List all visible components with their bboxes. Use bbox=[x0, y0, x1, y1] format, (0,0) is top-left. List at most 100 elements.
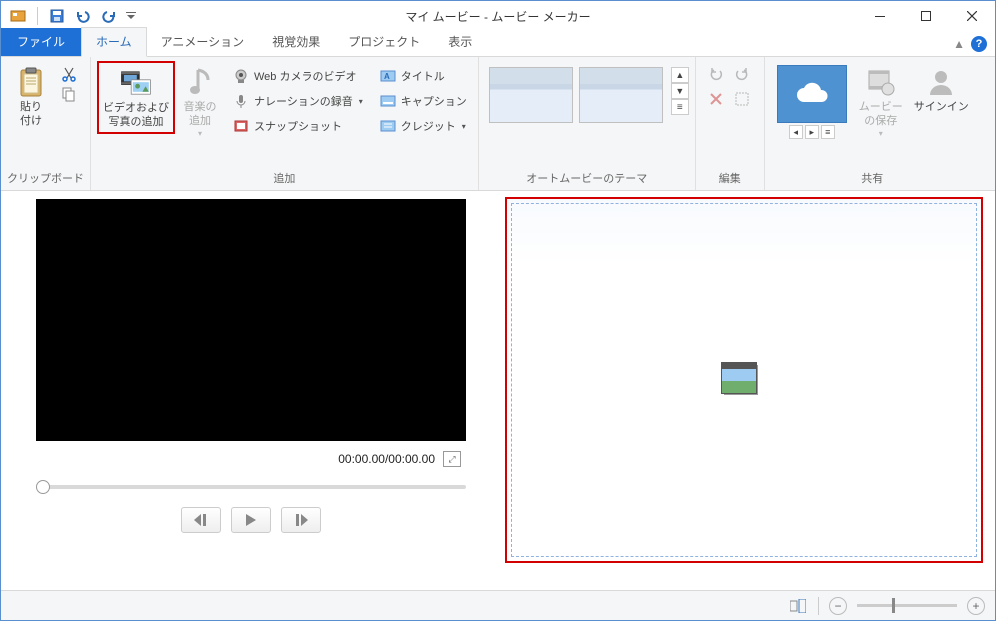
theme-gallery-expand-icon[interactable]: ≡ bbox=[671, 99, 689, 115]
add-caption-label: キャプション bbox=[401, 93, 467, 109]
window-title: マイ ムービー - ムービー メーカー bbox=[405, 8, 590, 25]
add-music-button[interactable]: 音楽の 追加 ▾ bbox=[175, 61, 225, 142]
tab-project[interactable]: プロジェクト bbox=[334, 28, 434, 56]
transport-controls bbox=[181, 507, 321, 533]
tab-view[interactable]: 表示 bbox=[434, 28, 486, 56]
snapshot-button[interactable]: スナップショット bbox=[227, 115, 368, 137]
qat-customize-icon[interactable] bbox=[124, 5, 138, 27]
webcam-video-label: Web カメラのビデオ bbox=[254, 68, 356, 84]
microphone-icon bbox=[232, 92, 250, 110]
clipboard-icon bbox=[15, 66, 47, 98]
zoom-in-button[interactable]: + bbox=[967, 597, 985, 615]
record-narration-button[interactable]: ナレーションの録音 ▾ bbox=[227, 90, 368, 112]
snapshot-label: スナップショット bbox=[254, 118, 342, 134]
help-icon[interactable]: ? bbox=[971, 36, 987, 52]
group-share-label: 共有 bbox=[771, 168, 974, 190]
play-button[interactable] bbox=[231, 507, 271, 533]
add-credit-label: クレジット bbox=[401, 118, 456, 134]
music-note-icon bbox=[184, 66, 216, 98]
delete-icon[interactable] bbox=[706, 89, 726, 109]
film-photo-icon bbox=[120, 67, 152, 99]
tab-animation[interactable]: アニメーション bbox=[147, 28, 259, 56]
webcam-icon bbox=[232, 67, 250, 85]
credit-icon bbox=[379, 117, 397, 135]
seek-thumb[interactable] bbox=[36, 480, 50, 494]
group-automovie-label: オートムービーのテーマ bbox=[485, 168, 689, 190]
film-save-icon bbox=[865, 66, 897, 98]
ribbon-tabs: ファイル ホーム アニメーション 視覚効果 プロジェクト 表示 ▲ ? bbox=[1, 31, 995, 57]
ribbon-collapse-icon[interactable]: ▲ bbox=[953, 37, 965, 51]
group-add-label: 追加 bbox=[97, 168, 472, 190]
group-clipboard-label: クリップボード bbox=[7, 168, 84, 190]
save-movie-button[interactable]: ムービー の保存 ▾ bbox=[853, 61, 909, 142]
fullscreen-icon[interactable]: ⤢ bbox=[443, 451, 461, 467]
previous-frame-button[interactable] bbox=[181, 507, 221, 533]
save-movie-label: ムービー の保存 bbox=[859, 100, 903, 129]
zoom-out-button[interactable]: − bbox=[829, 597, 847, 615]
cut-icon[interactable] bbox=[59, 65, 79, 83]
undo-icon[interactable] bbox=[72, 5, 94, 27]
paste-button[interactable]: 貼り 付け bbox=[7, 61, 55, 132]
record-narration-label: ナレーションの録音 bbox=[254, 93, 353, 109]
ribbon: 貼り 付け クリップボード ビデオおよび 写真の追加 音楽の 追加 bbox=[1, 57, 995, 191]
svg-text:A: A bbox=[384, 72, 390, 81]
storyboard-placeholder bbox=[724, 365, 764, 395]
add-videos-photos-button[interactable]: ビデオおよび 写真の追加 bbox=[97, 61, 175, 134]
rotate-right-icon[interactable] bbox=[732, 65, 752, 85]
share-scroll-left-icon[interactable]: ◂ bbox=[789, 125, 803, 139]
maximize-button[interactable] bbox=[903, 1, 949, 31]
select-all-icon[interactable] bbox=[732, 89, 752, 109]
theme-thumbnail[interactable] bbox=[489, 67, 573, 123]
tab-visual-effects[interactable]: 視覚効果 bbox=[258, 28, 334, 56]
paste-label: 貼り 付け bbox=[20, 100, 42, 129]
title-bar: マイ ムービー - ムービー メーカー bbox=[1, 1, 995, 31]
add-videos-photos-label: ビデオおよび 写真の追加 bbox=[103, 101, 169, 130]
next-frame-button[interactable] bbox=[281, 507, 321, 533]
seek-bar[interactable] bbox=[36, 485, 466, 489]
save-icon[interactable] bbox=[46, 5, 68, 27]
group-automovie: ▲ ▼ ≡ オートムービーのテーマ bbox=[479, 57, 696, 190]
copy-icon[interactable] bbox=[59, 85, 79, 103]
sign-in-label: サインイン bbox=[914, 100, 969, 114]
webcam-video-button[interactable]: Web カメラのビデオ bbox=[227, 65, 368, 87]
zoom-slider-thumb[interactable] bbox=[892, 598, 895, 613]
group-clipboard: 貼り 付け クリップボード bbox=[1, 57, 91, 190]
group-edit-label: 編集 bbox=[702, 168, 758, 190]
tab-file[interactable]: ファイル bbox=[1, 28, 81, 56]
chevron-down-icon: ▾ bbox=[462, 122, 466, 131]
preview-video[interactable] bbox=[36, 199, 466, 441]
title-icon: A bbox=[379, 67, 397, 85]
app-icon[interactable] bbox=[7, 5, 29, 27]
status-bar: − + bbox=[1, 590, 995, 620]
chevron-down-icon: ▾ bbox=[198, 129, 202, 139]
sign-in-button[interactable]: サインイン bbox=[909, 61, 974, 117]
add-music-label: 音楽の 追加 bbox=[184, 100, 217, 129]
thumbnail-size-icon[interactable] bbox=[788, 596, 808, 616]
film-photo-icon bbox=[724, 365, 758, 395]
add-title-button[interactable]: A タイトル bbox=[374, 65, 472, 87]
add-caption-button[interactable]: キャプション bbox=[374, 90, 472, 112]
theme-scroll-up-icon[interactable]: ▲ bbox=[671, 67, 689, 83]
add-credit-button[interactable]: クレジット ▾ bbox=[374, 115, 472, 137]
workspace: 00:00.00/00:00.00 ⤢ bbox=[1, 191, 995, 590]
add-title-label: タイトル bbox=[401, 68, 445, 84]
zoom-slider[interactable] bbox=[857, 604, 957, 607]
storyboard-pane bbox=[501, 191, 995, 590]
share-scroll-right-icon[interactable]: ▸ bbox=[805, 125, 819, 139]
group-edit: 編集 bbox=[696, 57, 765, 190]
share-cloud-button[interactable] bbox=[777, 65, 847, 123]
theme-thumbnail[interactable] bbox=[579, 67, 663, 123]
close-button[interactable] bbox=[949, 1, 995, 31]
user-icon bbox=[925, 66, 957, 98]
caption-icon bbox=[379, 92, 397, 110]
group-add: ビデオおよび 写真の追加 音楽の 追加 ▾ Web カメラのビデオ ナレーション… bbox=[91, 57, 479, 190]
redo-icon[interactable] bbox=[98, 5, 120, 27]
theme-scroll-down-icon[interactable]: ▼ bbox=[671, 83, 689, 99]
share-gallery-expand-icon[interactable]: ≡ bbox=[821, 125, 835, 139]
chevron-down-icon: ▾ bbox=[879, 129, 883, 139]
tab-home[interactable]: ホーム bbox=[81, 27, 147, 57]
minimize-button[interactable] bbox=[857, 1, 903, 31]
rotate-left-icon[interactable] bbox=[706, 65, 726, 85]
playback-time: 00:00.00/00:00.00 bbox=[338, 452, 435, 466]
storyboard-drop-area[interactable] bbox=[505, 197, 983, 563]
